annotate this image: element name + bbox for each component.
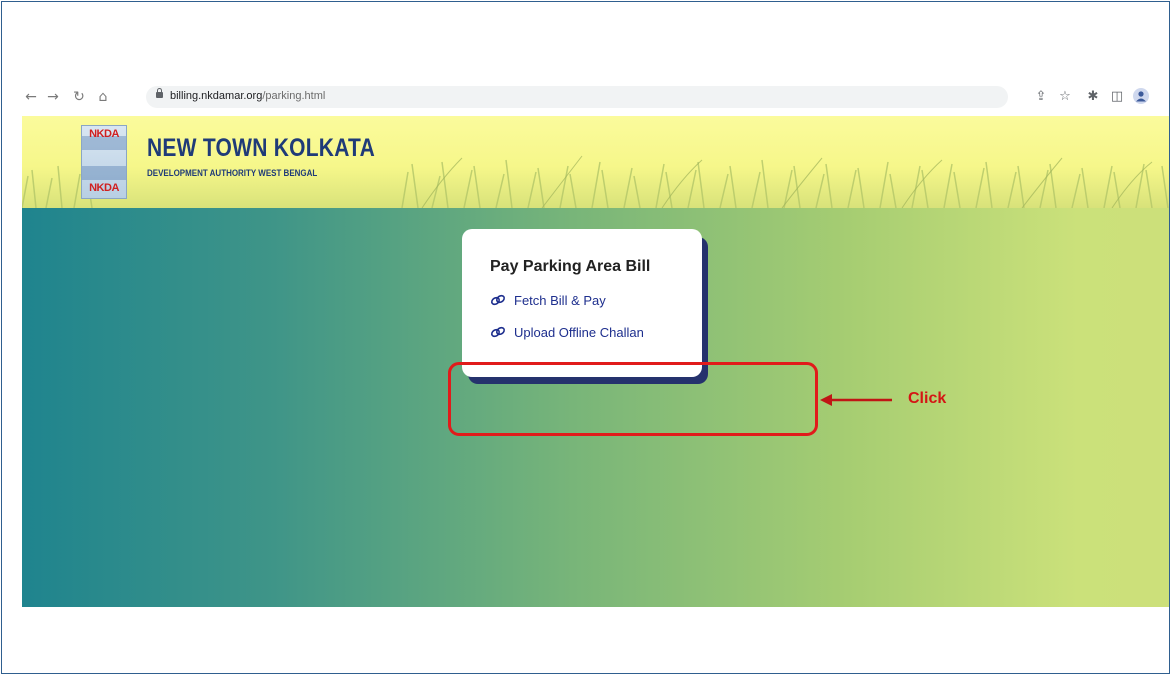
lock-icon[interactable] xyxy=(156,88,163,98)
site-subtitle: DEVELOPMENT AUTHORITY WEST BENGAL xyxy=(147,168,318,179)
upload-offline-challan-link[interactable]: Upload Offline Challan xyxy=(490,325,644,342)
annotation-click-label: Click xyxy=(908,390,947,407)
annotation-highlight-box xyxy=(448,362,818,436)
link-icon xyxy=(490,326,506,342)
profile-icon[interactable] xyxy=(1132,88,1150,106)
upload-offline-challan-label: Upload Offline Challan xyxy=(514,325,644,340)
side-panel-icon[interactable]: ◫ xyxy=(1108,88,1126,106)
fetch-bill-pay-link[interactable]: Fetch Bill & Pay xyxy=(490,293,606,310)
back-arrow-icon[interactable]: ← xyxy=(22,88,40,106)
forward-arrow-icon[interactable]: → xyxy=(44,88,62,106)
logo-text-top: NKDA xyxy=(89,128,119,140)
url-domain: billing.nkdamar.org xyxy=(170,90,263,102)
logo-text-bottom: NKDA xyxy=(89,182,119,194)
fetch-bill-pay-label: Fetch Bill & Pay xyxy=(514,293,606,308)
nkda-logo[interactable]: NKDA NKDA xyxy=(81,125,127,199)
extensions-icon[interactable]: ✱ xyxy=(1084,88,1102,106)
site-title: NEW TOWN KOLKATA xyxy=(147,134,376,162)
address-bar[interactable]: billing.nkdamar.org/parking.html xyxy=(146,86,1008,108)
site-header: NKDA NKDA NEW TOWN KOLKATA DEVELOPMENT A… xyxy=(22,116,1169,208)
reload-icon[interactable]: ↻ xyxy=(70,88,88,106)
home-icon[interactable]: ⌂ xyxy=(94,88,112,106)
card-title: Pay Parking Area Bill xyxy=(490,258,651,275)
parking-bill-card: Pay Parking Area Bill Fetch Bill & Pay U… xyxy=(462,229,702,377)
url-path: /parking.html xyxy=(262,90,326,102)
share-icon[interactable]: ⇪ xyxy=(1032,88,1050,106)
browser-toolbar: ← → ↻ ⌂ billing.nkdamar.org/parking.html… xyxy=(22,84,1169,112)
bookmark-star-icon[interactable]: ☆ xyxy=(1056,88,1074,106)
annotation-arrow-icon xyxy=(820,394,892,406)
url-text[interactable]: billing.nkdamar.org/parking.html xyxy=(170,90,325,102)
link-icon xyxy=(490,294,506,310)
